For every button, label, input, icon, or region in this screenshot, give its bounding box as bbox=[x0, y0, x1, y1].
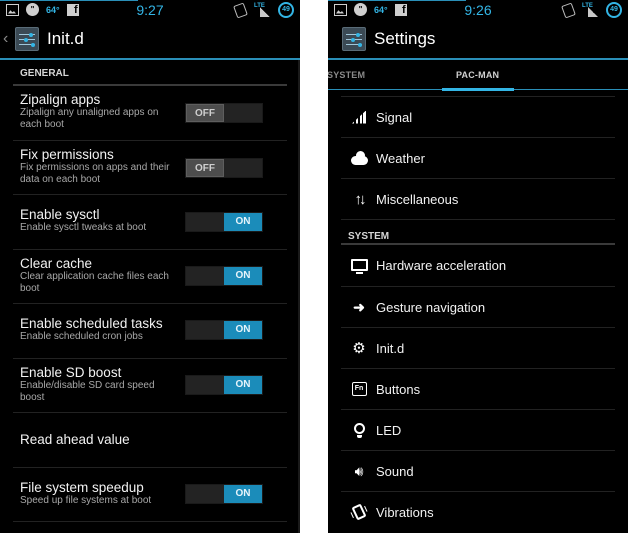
tab-system[interactable]: SYSTEM bbox=[328, 70, 365, 80]
battery-icon: 49 bbox=[278, 2, 294, 18]
up-down-arrows-icon: ↑↓ bbox=[354, 190, 367, 208]
pref-summary: Zipalign any unaligned apps on each boot bbox=[20, 107, 159, 130]
signal-strength-icon: LTE bbox=[254, 3, 270, 17]
cloud-icon bbox=[349, 149, 369, 167]
speaker-icon: 🔊︎ bbox=[354, 462, 364, 479]
page-title: Init.d bbox=[47, 29, 84, 48]
settings-item-vibrations[interactable]: Vibrations bbox=[341, 491, 615, 532]
clear-cache-toggle[interactable]: ON bbox=[185, 265, 263, 286]
tab-pac-man[interactable]: PAC-MAN bbox=[456, 70, 499, 80]
gears-icon: ⚙ bbox=[352, 340, 366, 357]
zipalign-toggle[interactable]: OFF bbox=[185, 103, 263, 123]
pref-summary: Enable/disable SD card speed boost bbox=[20, 379, 155, 403]
pref-title: Fix permissions bbox=[20, 146, 114, 162]
active-tab-indicator bbox=[442, 88, 514, 91]
lightbulb-icon bbox=[349, 421, 369, 439]
settings-list: Signal Weather ↑↓ Miscellaneous SYSTEM H… bbox=[341, 96, 615, 532]
pref-title: Read ahead value bbox=[20, 432, 130, 447]
pref-summary: Clear application cache files each boot bbox=[20, 270, 169, 294]
settings-screen: " 64° f 9:26 LTE 49 Settings SYSTEM PAC-… bbox=[328, 0, 628, 533]
scheduled-tasks-toggle[interactable]: ON bbox=[185, 320, 263, 340]
sysctl-toggle[interactable]: ON bbox=[185, 212, 263, 232]
action-bar: ‹ Init.d bbox=[0, 20, 300, 60]
pref-enable-scheduled-tasks[interactable]: Enable scheduled tasks Enable scheduled … bbox=[13, 304, 287, 359]
rotation-icon bbox=[233, 2, 248, 18]
page-title: Settings bbox=[374, 29, 436, 48]
section-header-system: SYSTEM bbox=[341, 219, 615, 245]
pref-title: Enable SD boost bbox=[20, 364, 122, 380]
pref-summary: Enable scheduled cron jobs bbox=[20, 331, 143, 342]
section-header-general: GENERAL bbox=[13, 60, 287, 86]
pref-file-system-speedup[interactable]: File system speedup Speed up file system… bbox=[13, 468, 287, 522]
fn-key-icon: Fn bbox=[349, 380, 369, 398]
monitor-icon bbox=[349, 257, 369, 275]
back-caret-icon[interactable]: ‹ bbox=[3, 30, 11, 48]
settings-item-led[interactable]: LED bbox=[341, 409, 615, 450]
pref-read-ahead-value[interactable]: Read ahead value bbox=[13, 413, 287, 468]
settings-item-miscellaneous[interactable]: ↑↓ Miscellaneous bbox=[341, 178, 615, 219]
settings-sliders-icon[interactable] bbox=[15, 27, 39, 51]
pref-clear-cache[interactable]: Clear cache Clear application cache file… bbox=[13, 250, 287, 304]
initd-preferences-list: GENERAL Zipalign apps Zipalign any unali… bbox=[13, 60, 287, 522]
fix-permissions-toggle[interactable]: OFF bbox=[185, 157, 263, 178]
status-bar: " 64° f 9:26 LTE 49 bbox=[328, 0, 628, 20]
pref-summary: Enable sysctl tweaks at boot bbox=[20, 222, 147, 233]
pref-title: Enable sysctl bbox=[20, 207, 100, 222]
pref-summary: Fix permissions on apps and their data o… bbox=[20, 161, 170, 185]
sd-boost-toggle[interactable]: ON bbox=[185, 374, 263, 395]
settings-item-hardware-acceleration[interactable]: Hardware acceleration bbox=[341, 245, 615, 286]
rotation-icon bbox=[561, 2, 576, 18]
signal-icon bbox=[349, 108, 369, 126]
settings-tabs: SYSTEM PAC-MAN bbox=[328, 62, 628, 91]
arrow-right-icon: ➜ bbox=[353, 298, 365, 315]
battery-icon: 49 bbox=[606, 2, 622, 18]
scroll-edge bbox=[298, 60, 300, 533]
settings-item-initd[interactable]: ⚙ Init.d bbox=[341, 327, 615, 368]
pref-zipalign-apps[interactable]: Zipalign apps Zipalign any unaligned app… bbox=[13, 86, 287, 141]
status-bar: " 64° f 9:27 LTE 49 bbox=[0, 0, 300, 20]
pref-enable-sd-boost[interactable]: Enable SD boost Enable/disable SD card s… bbox=[13, 359, 287, 413]
pref-title: Enable scheduled tasks bbox=[20, 316, 163, 331]
pref-title: File system speedup bbox=[20, 479, 144, 495]
file-system-speedup-toggle[interactable]: ON bbox=[185, 483, 263, 504]
pref-fix-permissions[interactable]: Fix permissions Fix permissions on apps … bbox=[13, 141, 287, 195]
settings-item-signal[interactable]: Signal bbox=[341, 96, 615, 137]
settings-item-gesture-navigation[interactable]: ➜ Gesture navigation bbox=[341, 286, 615, 327]
pref-enable-sysctl[interactable]: Enable sysctl Enable sysctl tweaks at bo… bbox=[13, 195, 287, 250]
initd-screen: " 64° f 9:27 LTE 49 ‹ Init.d GENERAL Zip… bbox=[0, 0, 300, 533]
pref-title: Zipalign apps bbox=[20, 92, 101, 107]
settings-item-weather[interactable]: Weather bbox=[341, 137, 615, 178]
settings-item-sound[interactable]: 🔊︎ Sound bbox=[341, 450, 615, 491]
vibrate-icon bbox=[349, 503, 369, 521]
action-bar: Settings bbox=[328, 20, 628, 60]
pref-title: Clear cache bbox=[20, 255, 93, 271]
signal-strength-icon: LTE bbox=[582, 3, 598, 17]
pref-summary: Speed up file systems at boot bbox=[20, 494, 152, 506]
settings-sliders-icon[interactable] bbox=[342, 27, 366, 51]
settings-item-buttons[interactable]: Fn Buttons bbox=[341, 368, 615, 409]
